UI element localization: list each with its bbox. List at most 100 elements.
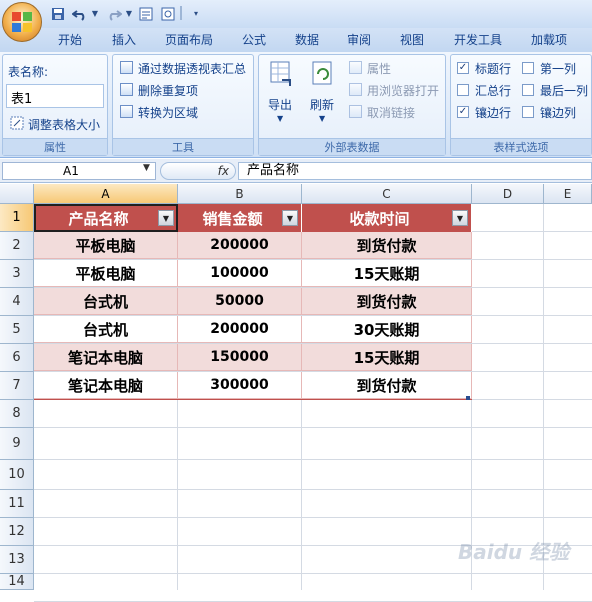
row-header-12[interactable]: 12	[0, 518, 34, 546]
printpreview-icon[interactable]	[160, 5, 176, 22]
office-button[interactable]	[2, 2, 42, 42]
refresh-button[interactable]: 刷新	[310, 96, 334, 113]
export-button[interactable]: 导出	[268, 96, 292, 113]
column-header-c[interactable]: C	[302, 184, 472, 204]
column-header-a[interactable]: A	[34, 184, 178, 204]
tab-data[interactable]: 数据	[291, 30, 323, 50]
table-cell[interactable]: 到货付款	[302, 372, 472, 399]
table-header-cell[interactable]: 销售金额 ▼	[178, 204, 302, 232]
table-cell[interactable]: 100000	[178, 260, 302, 287]
tab-page-layout[interactable]: 页面布局	[161, 30, 217, 50]
name-box[interactable]: A1	[2, 162, 156, 180]
row-header-7[interactable]: 7	[0, 372, 34, 400]
row-header-8[interactable]: 8	[0, 400, 34, 428]
insert-function-button[interactable]: fx	[160, 162, 236, 180]
table-cell[interactable]: 笔记本电脑	[34, 372, 178, 399]
first-column-label: 第一列	[540, 62, 577, 76]
table-cell[interactable]: 笔记本电脑	[34, 344, 178, 371]
export-icon	[268, 60, 294, 88]
tab-review[interactable]: 审阅	[343, 30, 375, 50]
resize-table-button[interactable]: 调整表格大小	[28, 116, 100, 133]
row-header-14[interactable]: 14	[0, 574, 34, 590]
row-header-9[interactable]: 9	[0, 428, 34, 460]
table-cell[interactable]: 15天账期	[302, 344, 472, 371]
pivot-summarize-button[interactable]: 通过数据透视表汇总	[138, 60, 246, 77]
properties-icon	[349, 61, 362, 74]
refresh-dropdown-icon[interactable]: ▼	[319, 114, 325, 123]
convert-range-icon	[120, 105, 133, 118]
table-header-label: 产品名称	[68, 209, 129, 228]
row-header-11[interactable]: 11	[0, 490, 34, 518]
total-row-checkbox[interactable]	[457, 84, 469, 96]
group-style-options-title: 表样式选项	[451, 138, 591, 155]
row-header-4[interactable]: 4	[0, 288, 34, 316]
table-cell[interactable]: 台式机	[34, 316, 178, 343]
tab-developer[interactable]: 开发工具	[450, 30, 506, 50]
header-row-checkbox[interactable]: ✓	[457, 62, 469, 74]
table-cell[interactable]: 台式机	[34, 288, 178, 315]
filter-dropdown-icon[interactable]: ▼	[452, 210, 468, 226]
formula-input[interactable]: 产品名称	[238, 162, 592, 180]
undo-icon[interactable]	[70, 5, 90, 22]
form-icon[interactable]	[138, 5, 154, 22]
group-external-title: 外部表数据	[259, 138, 445, 155]
table-cell[interactable]: 15天账期	[302, 260, 472, 287]
redo-dropdown-icon[interactable]: ▼	[124, 5, 134, 22]
external-properties-button[interactable]: 属性	[367, 60, 391, 77]
tab-view[interactable]: 视图	[396, 30, 428, 50]
last-column-checkbox[interactable]	[522, 84, 534, 96]
table-cell[interactable]: 300000	[178, 372, 302, 399]
export-dropdown-icon[interactable]: ▼	[277, 114, 283, 123]
banded-rows-checkbox[interactable]: ✓	[457, 106, 469, 118]
table-cell[interactable]: 150000	[178, 344, 302, 371]
table-header-cell[interactable]: 收款时间 ▼	[302, 204, 472, 232]
first-column-checkbox[interactable]	[522, 62, 534, 74]
tab-formulas[interactable]: 公式	[238, 30, 270, 50]
customize-qat-icon[interactable]: ▾	[190, 5, 202, 22]
table-cell[interactable]: 到货付款	[302, 288, 472, 315]
undo-dropdown-icon[interactable]: ▼	[90, 5, 100, 22]
refresh-icon	[310, 60, 336, 88]
filter-dropdown-icon[interactable]: ▼	[282, 210, 298, 226]
column-header-e[interactable]: E	[544, 184, 592, 204]
table-resize-handle[interactable]	[466, 396, 470, 400]
name-box-dropdown-icon[interactable]: ▼	[143, 163, 150, 173]
pivot-icon	[120, 61, 133, 74]
open-in-browser-button[interactable]: 用浏览器打开	[367, 82, 439, 99]
banded-columns-checkbox[interactable]	[522, 106, 534, 118]
unlink-button[interactable]: 取消链接	[367, 104, 415, 121]
office-logo-icon	[12, 12, 32, 32]
save-icon[interactable]	[50, 5, 66, 22]
select-all-corner[interactable]	[0, 184, 34, 204]
column-header-b[interactable]: B	[178, 184, 302, 204]
table-cell[interactable]: 平板电脑	[34, 260, 178, 287]
table-cell[interactable]: 30天账期	[302, 316, 472, 343]
filter-dropdown-icon[interactable]: ▼	[158, 210, 174, 226]
table-cell[interactable]: 200000	[178, 232, 302, 259]
row-header-1[interactable]: 1	[0, 204, 34, 232]
row-header-10[interactable]: 10	[0, 460, 34, 490]
column-header-d[interactable]: D	[472, 184, 544, 204]
row-header-6[interactable]: 6	[0, 344, 34, 372]
table-header-cell[interactable]: 产品名称 ▼	[34, 204, 178, 232]
tab-addins[interactable]: 加载项	[527, 30, 571, 50]
row-header-2[interactable]: 2	[0, 232, 34, 260]
row-header-5[interactable]: 5	[0, 316, 34, 344]
row-header-3[interactable]: 3	[0, 260, 34, 288]
table-cell[interactable]: 到货付款	[302, 232, 472, 259]
table-cell[interactable]: 200000	[178, 316, 302, 343]
table-name-input[interactable]: 表1	[6, 84, 104, 108]
redo-icon[interactable]	[104, 5, 124, 22]
row-header-13[interactable]: 13	[0, 546, 34, 574]
table-cell[interactable]: 平板电脑	[34, 232, 178, 259]
table-header-label: 收款时间	[349, 209, 410, 228]
tab-insert[interactable]: 插入	[108, 30, 140, 50]
table-name-label: 表名称:	[8, 65, 49, 79]
row-gridline	[34, 459, 592, 460]
open-browser-icon	[349, 83, 362, 96]
table-cell[interactable]: 50000	[178, 288, 302, 315]
banded-columns-label: 镶边列	[540, 106, 577, 120]
remove-duplicates-button[interactable]: 删除重复项	[138, 82, 198, 99]
convert-to-range-button[interactable]: 转换为区域	[138, 104, 198, 121]
tab-home[interactable]: 开始	[54, 30, 86, 50]
